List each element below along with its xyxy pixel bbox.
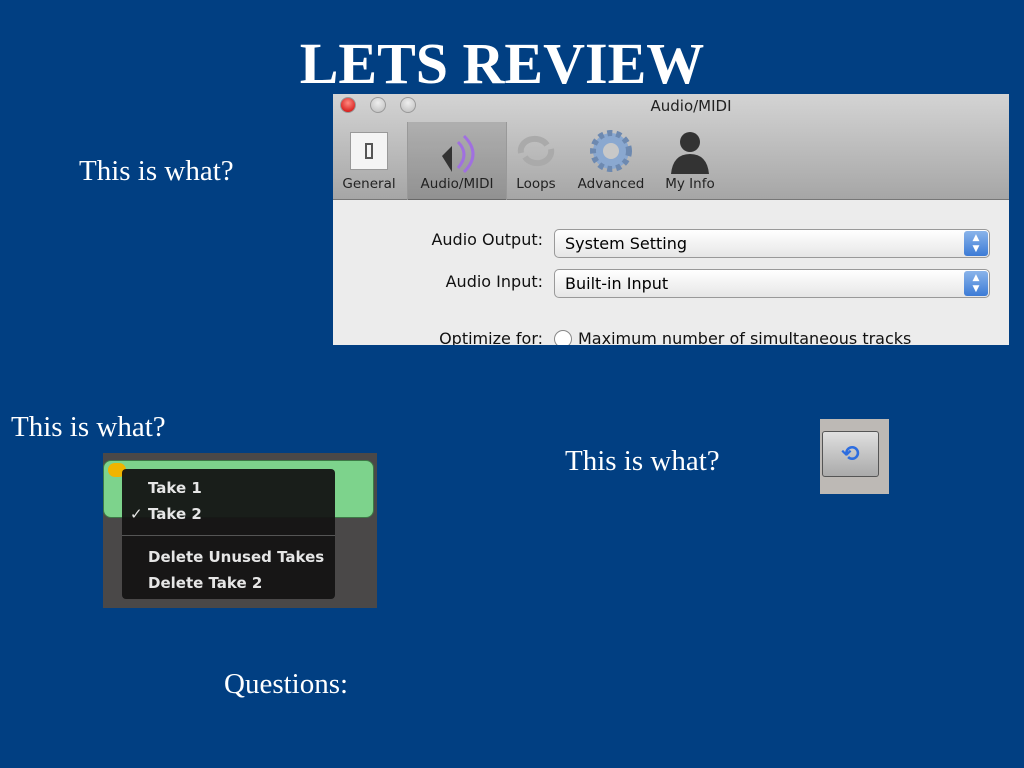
cycle-screenshot: ⟲: [820, 419, 889, 494]
audio-output-select[interactable]: System Setting ▲ ▼: [554, 229, 990, 258]
gear-icon: [571, 126, 651, 176]
takes-menu: Take 1 ✓ Take 2 Delete Unused Takes Dele…: [122, 469, 335, 599]
question-2: This is what?: [11, 411, 166, 443]
audio-input-label: Audio Input:: [445, 272, 543, 291]
person-icon: [659, 126, 721, 176]
tab-label: Loops: [516, 176, 556, 192]
tab-label: Audio/MIDI: [420, 176, 494, 192]
question-3: This is what?: [565, 445, 720, 477]
menu-item-delete-unused[interactable]: Delete Unused Takes: [148, 548, 324, 566]
switch-icon: [337, 126, 401, 176]
tab-my-info[interactable]: My Info: [659, 126, 721, 198]
speaker-icon: [408, 126, 506, 176]
preferences-window: Audio/MIDI General Audio/MIDI Loops Adva…: [333, 94, 1009, 345]
slide-title: LETS REVIEW: [299, 31, 705, 96]
cycle-button[interactable]: ⟲: [822, 431, 879, 477]
audio-output-label: Audio Output:: [431, 230, 543, 249]
menu-divider: [122, 535, 335, 536]
optimize-option-label: Maximum number of simultaneous tracks: [578, 329, 912, 345]
menu-item-delete-take[interactable]: Delete Take 2: [148, 574, 262, 592]
audio-input-select[interactable]: Built-in Input ▲ ▼: [554, 269, 990, 298]
stepper-icon: ▲ ▼: [964, 231, 988, 256]
tab-loops[interactable]: Loops: [511, 126, 561, 198]
tab-advanced[interactable]: Advanced: [571, 126, 651, 198]
window-title: Audio/MIDI: [650, 97, 732, 115]
optimize-label: Optimize for:: [439, 329, 543, 345]
menu-item-take-1[interactable]: Take 1: [148, 479, 202, 497]
stepper-icon: ▲ ▼: [964, 271, 988, 296]
tab-label: My Info: [665, 176, 715, 192]
tab-general[interactable]: General: [337, 126, 401, 198]
tab-audio-midi[interactable]: Audio/MIDI: [407, 122, 507, 200]
question-1: This is what?: [79, 155, 234, 187]
loop-icon: [511, 126, 561, 176]
tab-label: General: [342, 176, 396, 192]
toolbar: Audio/MIDI General Audio/MIDI Loops Adva…: [333, 94, 1009, 200]
audio-output-value: System Setting: [565, 234, 688, 253]
audio-input-value: Built-in Input: [565, 274, 669, 293]
menu-item-take-2[interactable]: Take 2: [148, 505, 202, 523]
tab-label: Advanced: [577, 176, 645, 192]
questions-footer: Questions:: [224, 668, 349, 700]
takes-screenshot: Take 1 ✓ Take 2 Delete Unused Takes Dele…: [103, 453, 377, 608]
cycle-icon: ⟲: [841, 441, 860, 467]
checkmark-icon: ✓: [130, 505, 143, 523]
optimize-radio[interactable]: [554, 330, 572, 345]
